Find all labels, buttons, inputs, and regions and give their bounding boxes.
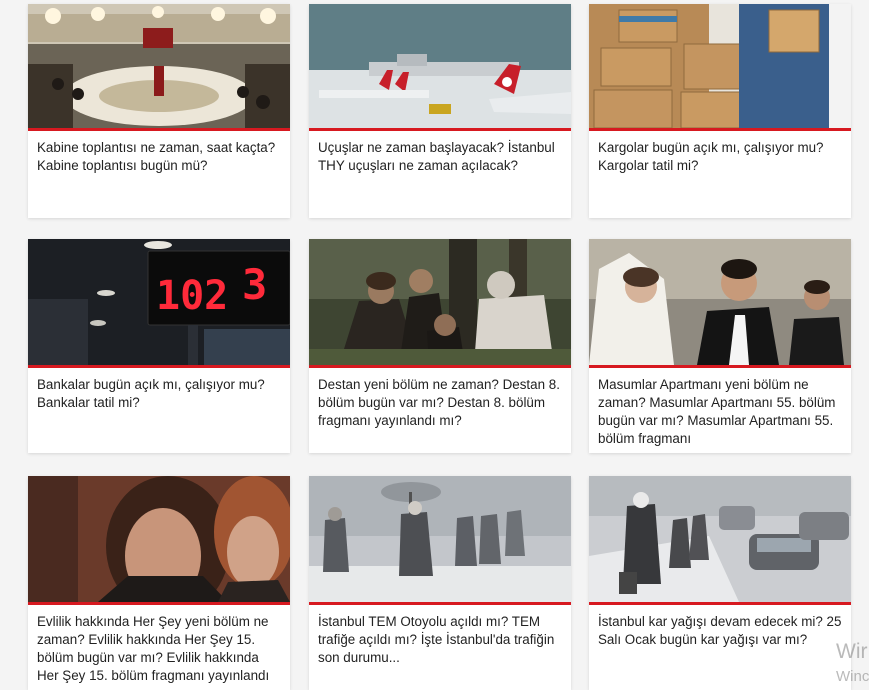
news-card[interactable]: 102 3 Bankalar bugün açık mı, çalışıyor …	[28, 239, 290, 453]
activation-watermark-line2: Winc	[836, 668, 869, 685]
news-card-image[interactable]	[589, 476, 851, 605]
news-card[interactable]: Evlilik hakkında Her Şey yeni bölüm ne z…	[28, 476, 290, 690]
news-card-image[interactable]	[28, 4, 290, 131]
news-card-title[interactable]: Destan yeni bölüm ne zaman? Destan 8. bö…	[309, 368, 571, 430]
news-card-title[interactable]: Masumlar Apartmanı yeni bölüm ne zaman? …	[589, 368, 851, 448]
news-card-image[interactable]	[309, 476, 571, 605]
news-card-title[interactable]: Kabine toplantısı ne zaman, saat kaçta? …	[28, 131, 290, 175]
news-card[interactable]: Masumlar Apartmanı yeni bölüm ne zaman? …	[589, 239, 851, 453]
news-card[interactable]: Uçuşlar ne zaman başlayacak? İstanbul TH…	[309, 4, 571, 218]
news-card-image[interactable]	[28, 476, 290, 605]
news-card-title[interactable]: İstanbul TEM Otoyolu açıldı mı? TEM traf…	[309, 605, 571, 667]
activation-watermark-line1: Wir	[836, 640, 868, 663]
news-card-image[interactable]: 102 3	[28, 239, 290, 368]
counter-display-number: 3	[242, 260, 267, 309]
news-card-title[interactable]: Evlilik hakkında Her Şey yeni bölüm ne z…	[28, 605, 290, 685]
news-card[interactable]: İstanbul kar yağışı devam edecek mi? 25 …	[589, 476, 851, 690]
news-card[interactable]: Kabine toplantısı ne zaman, saat kaçta? …	[28, 4, 290, 218]
news-card[interactable]: İstanbul TEM Otoyolu açıldı mı? TEM traf…	[309, 476, 571, 690]
news-card-image[interactable]	[309, 239, 571, 368]
news-card-title[interactable]: Kargolar bugün açık mı, çalışıyor mu? Ka…	[589, 131, 851, 175]
news-card-title[interactable]: Uçuşlar ne zaman başlayacak? İstanbul TH…	[309, 131, 571, 175]
news-card-image[interactable]	[309, 4, 571, 131]
queue-display-number: 102	[156, 273, 228, 319]
news-card-image[interactable]	[589, 4, 851, 131]
news-card[interactable]: Kargolar bugün açık mı, çalışıyor mu? Ka…	[589, 4, 851, 218]
news-grid: Kabine toplantısı ne zaman, saat kaçta? …	[0, 0, 869, 690]
news-card-title[interactable]: İstanbul kar yağışı devam edecek mi? 25 …	[589, 605, 851, 649]
news-card[interactable]: Destan yeni bölüm ne zaman? Destan 8. bö…	[309, 239, 571, 453]
news-card-title[interactable]: Bankalar bugün açık mı, çalışıyor mu? Ba…	[28, 368, 290, 412]
news-card-image[interactable]	[589, 239, 851, 368]
